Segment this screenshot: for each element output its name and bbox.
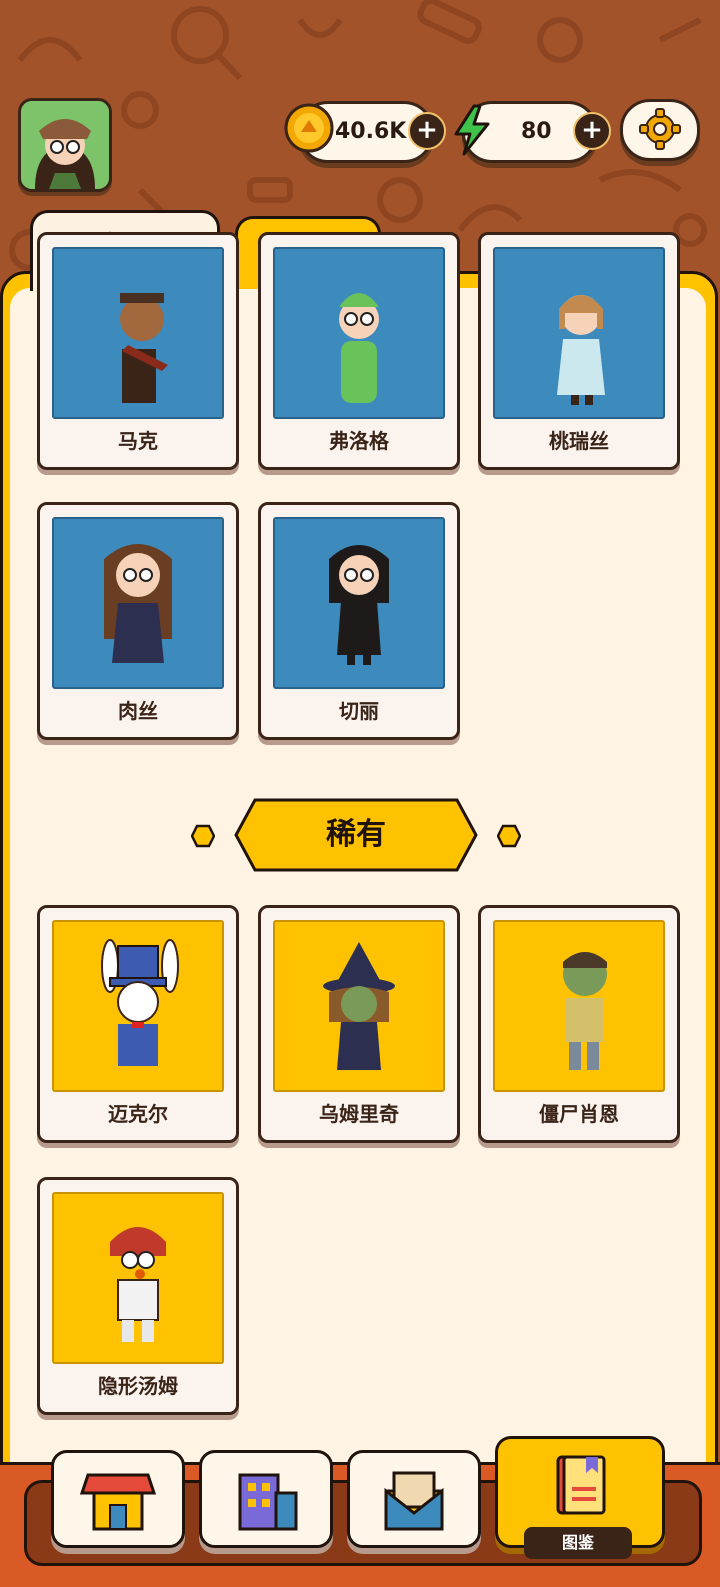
character-name: 乌姆里奇 xyxy=(319,1102,399,1126)
frog-costume-character-icon xyxy=(339,293,379,403)
rabbit-top-hat-character-icon xyxy=(101,939,179,1066)
character-card-zombie-sean[interactable]: 僵尸肖恩 xyxy=(478,905,680,1143)
zombie-character-icon xyxy=(563,952,607,1070)
character-portrait xyxy=(273,517,445,689)
character-name: 僵尸肖恩 xyxy=(539,1102,619,1126)
shop-icon xyxy=(79,1473,157,1531)
character-portrait xyxy=(273,247,445,419)
character-portrait xyxy=(52,247,224,419)
lightning-icon xyxy=(454,104,490,156)
character-card-umbridge[interactable]: 乌姆里奇 xyxy=(258,905,460,1143)
nav-shop-button[interactable] xyxy=(51,1450,185,1548)
character-card-mark[interactable]: 马克 xyxy=(37,232,239,470)
character-card-doris[interactable]: 桃瑞丝 xyxy=(478,232,680,470)
baseball-player-character-icon xyxy=(110,1227,166,1342)
energy-amount: 80 xyxy=(521,119,552,144)
add-coins-button[interactable]: + xyxy=(408,112,446,150)
character-name: 桃瑞丝 xyxy=(549,429,609,453)
character-portrait xyxy=(52,517,224,689)
hexagon-decoration-icon xyxy=(191,824,215,848)
black-hair-character-icon xyxy=(329,545,389,665)
building-icon xyxy=(238,1473,298,1531)
rare-section-title: 稀有 xyxy=(326,817,386,852)
character-card-rose[interactable]: 肉丝 xyxy=(37,502,239,740)
nav-collection-label: 图鉴 xyxy=(524,1527,632,1559)
character-card-frog[interactable]: 弗洛格 xyxy=(258,232,460,470)
avatar-portrait-icon xyxy=(21,101,109,189)
character-name: 弗洛格 xyxy=(329,429,389,453)
gear-icon xyxy=(639,108,681,150)
character-name: 肉丝 xyxy=(118,699,158,723)
character-name: 切丽 xyxy=(339,699,379,723)
coin-icon xyxy=(284,103,334,153)
character-name: 迈克尔 xyxy=(108,1102,168,1126)
character-name: 隐形汤姆 xyxy=(98,1374,178,1398)
settings-button[interactable] xyxy=(620,99,700,161)
coin-amount: 40.6K xyxy=(335,119,407,144)
mail-icon xyxy=(384,1471,444,1531)
character-portrait xyxy=(493,920,665,1092)
character-portrait xyxy=(273,920,445,1092)
dress-character-icon xyxy=(557,295,605,405)
character-card-michael[interactable]: 迈克尔 xyxy=(37,905,239,1143)
character-portrait xyxy=(52,1192,224,1364)
violinist-character-icon xyxy=(120,293,168,403)
character-portrait xyxy=(493,247,665,419)
add-energy-button[interactable]: + xyxy=(573,112,611,150)
character-name: 马克 xyxy=(118,429,158,453)
character-card-cherry[interactable]: 切丽 xyxy=(258,502,460,740)
character-portrait xyxy=(52,920,224,1092)
long-hair-character-icon xyxy=(104,544,172,663)
nav-mail-button[interactable] xyxy=(347,1450,481,1548)
character-card-invisible-tom[interactable]: 隐形汤姆 xyxy=(37,1177,239,1415)
player-avatar[interactable] xyxy=(18,98,112,192)
nav-building-button[interactable] xyxy=(199,1450,333,1548)
witch-character-icon xyxy=(323,942,395,1070)
hexagon-decoration-icon xyxy=(497,824,521,848)
